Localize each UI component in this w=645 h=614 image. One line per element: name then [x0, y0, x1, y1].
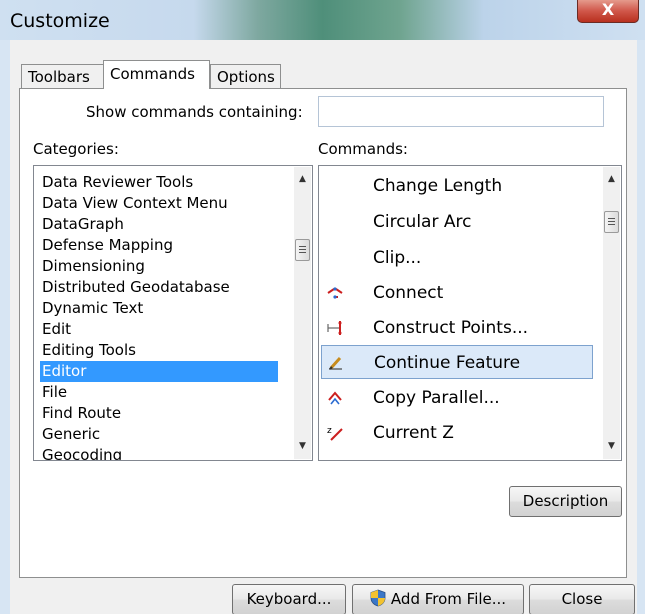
- list-item[interactable]: z Current Z: [321, 416, 593, 450]
- scroll-thumb[interactable]: [295, 239, 310, 261]
- list-item[interactable]: Construct Points...: [321, 311, 593, 345]
- categories-list[interactable]: Data Reviewer Tools Data View Context Me…: [33, 165, 313, 461]
- continue-feature-icon: [326, 353, 346, 373]
- list-item[interactable]: Data View Context Menu: [40, 193, 278, 214]
- add-from-file-button[interactable]: Add From File...: [352, 584, 524, 614]
- keyboard-button[interactable]: Keyboard...: [232, 584, 346, 614]
- list-item[interactable]: Geocoding: [40, 445, 278, 460]
- cut-polygons-icon: [325, 458, 345, 460]
- list-item[interactable]: Change Length: [321, 169, 593, 203]
- construct-points-icon: [325, 318, 345, 338]
- command-label: Continue Feature: [374, 353, 521, 373]
- list-item[interactable]: Circular Arc: [321, 205, 593, 239]
- list-item[interactable]: Clip...: [321, 241, 593, 275]
- list-item[interactable]: Dynamic Text: [40, 298, 278, 319]
- uac-shield-icon: [370, 588, 386, 607]
- list-item[interactable]: Generic: [40, 424, 278, 445]
- add-from-file-label: Add From File...: [390, 590, 507, 608]
- scroll-down-arrow-icon[interactable]: ▼: [603, 438, 620, 455]
- command-label: Change Length: [373, 176, 503, 196]
- tab-options[interactable]: Options: [210, 64, 281, 88]
- list-item[interactable]: Copy Parallel...: [321, 381, 593, 415]
- dialog-client-area: Toolbars Commands Options Show commands …: [10, 40, 637, 614]
- command-label: Circular Arc: [373, 212, 472, 232]
- tab-toolbars[interactable]: Toolbars: [21, 64, 104, 88]
- list-item-selected[interactable]: Continue Feature: [321, 345, 593, 379]
- list-item-partial[interactable]: Cut Polygons: [321, 451, 593, 460]
- command-label: Cut Polygons: [373, 451, 483, 460]
- commands-list[interactable]: Change Length Circular Arc Clip... Conne…: [318, 165, 622, 461]
- list-item[interactable]: Edit: [40, 319, 278, 340]
- tab-commands[interactable]: Commands: [103, 60, 210, 89]
- scroll-up-arrow-icon[interactable]: ▲: [294, 171, 311, 188]
- close-button[interactable]: Close: [529, 584, 635, 614]
- list-item[interactable]: Data Reviewer Tools: [40, 172, 278, 193]
- scroll-down-arrow-icon[interactable]: ▼: [294, 438, 311, 455]
- list-item[interactable]: Defense Mapping: [40, 235, 278, 256]
- command-label: Copy Parallel...: [373, 388, 500, 408]
- list-item[interactable]: Distributed Geodatabase: [40, 277, 278, 298]
- connect-icon: [325, 283, 345, 303]
- list-item[interactable]: Connect: [321, 276, 593, 310]
- list-item[interactable]: Find Route: [40, 403, 278, 424]
- customize-dialog: Customize X Toolbars Commands Options Sh…: [0, 0, 645, 614]
- title-bar: Customize X: [0, 0, 645, 40]
- search-commands-input[interactable]: [318, 96, 604, 127]
- current-z-icon: z: [325, 423, 345, 443]
- categories-label: Categories:: [33, 140, 119, 158]
- command-label: Connect: [373, 283, 444, 303]
- commands-scrollbar[interactable]: ▲ ▼: [603, 167, 620, 459]
- command-label: Current Z: [373, 423, 454, 443]
- command-label: Construct Points...: [373, 318, 529, 338]
- scroll-up-arrow-icon[interactable]: ▲: [603, 171, 620, 188]
- window-close-button[interactable]: X: [577, 0, 639, 23]
- scroll-thumb[interactable]: [604, 211, 619, 233]
- window-title: Customize: [10, 10, 110, 32]
- list-item-selected[interactable]: Editor: [40, 361, 278, 382]
- command-label: Clip...: [373, 248, 422, 268]
- list-item[interactable]: DataGraph: [40, 214, 278, 235]
- list-item[interactable]: Dimensioning: [40, 256, 278, 277]
- commands-label: Commands:: [318, 140, 408, 158]
- categories-scrollbar[interactable]: ▲ ▼: [294, 167, 311, 459]
- svg-text:z: z: [327, 426, 332, 436]
- search-label: Show commands containing:: [86, 103, 303, 121]
- description-button[interactable]: Description: [509, 486, 622, 517]
- copy-parallel-icon: [325, 388, 345, 408]
- list-item[interactable]: Editing Tools: [40, 340, 278, 361]
- list-item[interactable]: File: [40, 382, 278, 403]
